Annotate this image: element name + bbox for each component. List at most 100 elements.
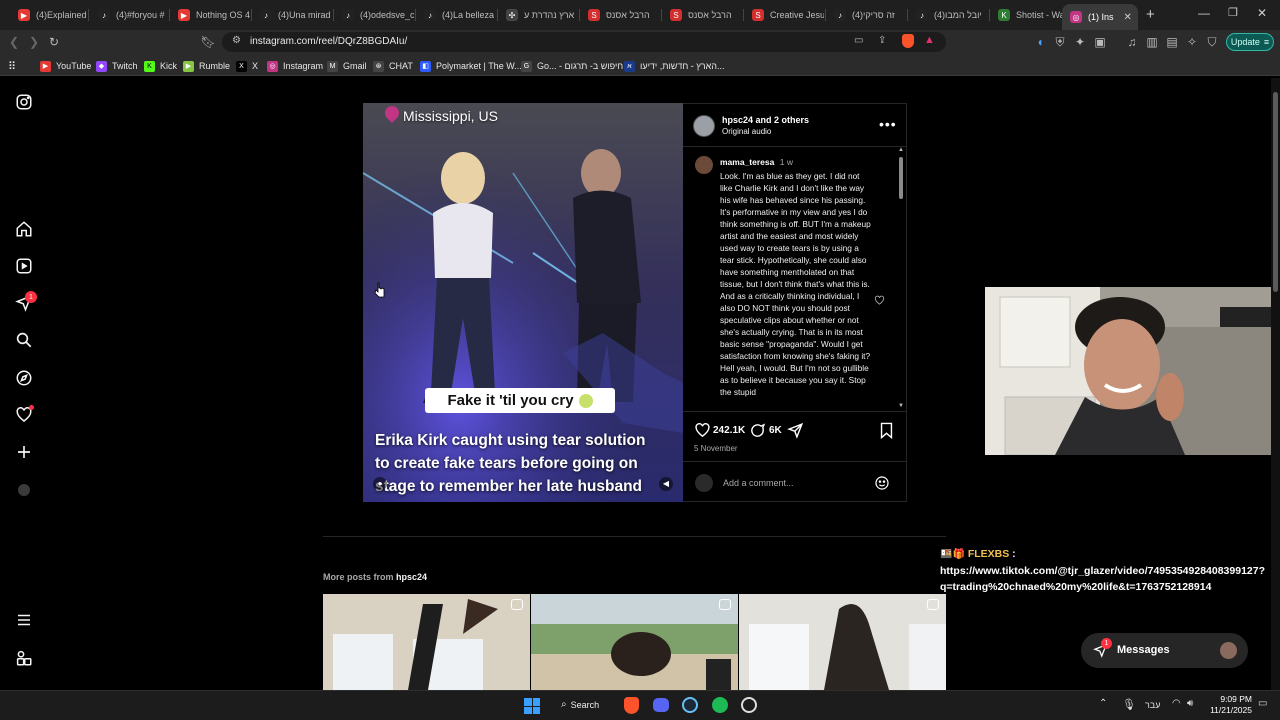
browser-tab[interactable]: S הרבל אסנס <box>580 4 660 26</box>
bookmark-chat[interactable]: ⊛ CHAT <box>373 59 413 73</box>
more-posts-user[interactable]: hpsc24 <box>396 572 427 582</box>
share-button[interactable] <box>787 422 804 444</box>
close-window-icon[interactable]: ✕ <box>1257 6 1267 20</box>
audio-label[interactable]: Original audio <box>722 127 771 136</box>
tagged-people-icon[interactable]: ● <box>373 477 387 491</box>
reload-icon[interactable]: ↻ <box>46 34 62 50</box>
crypto-wallet-icon[interactable]: ▤ <box>1164 34 1180 50</box>
bookmark-page-icon[interactable]: 🔖︎ <box>200 34 216 50</box>
address-bar[interactable]: ⚙ instagram.com/reel/DQrZ8BGDAIu/ ▭ ⇪ ▲ <box>222 32 946 52</box>
browser-tab[interactable]: ♪ (4)Una mirad <box>252 4 332 26</box>
save-button[interactable] <box>879 422 894 444</box>
leo-ai-icon[interactable]: ✧ <box>1184 34 1200 50</box>
browser-tab[interactable]: K Shotist - Wat <box>990 4 1062 26</box>
browser-tab[interactable]: S הרבל אסנס <box>662 4 742 26</box>
bookmark-rumble[interactable]: ▶ Rumble <box>183 59 230 73</box>
new-tab-button[interactable]: + <box>1146 6 1155 23</box>
sidebar-icon[interactable]: ▥ <box>1144 34 1160 50</box>
vpn-shield-icon[interactable]: ⛉ <box>1204 34 1220 50</box>
create-plus-icon[interactable] <box>13 441 35 463</box>
post-thumbnail[interactable] <box>739 594 946 690</box>
post-thumbnail[interactable] <box>323 594 530 690</box>
volume-icon[interactable]: 🔊︎ <box>1187 698 1193 709</box>
media-icon[interactable]: ♫ <box>1124 34 1140 50</box>
page-scrollbar[interactable] <box>1271 78 1280 690</box>
forward-icon[interactable]: ❯ <box>26 34 42 50</box>
bookmark-kick[interactable]: K Kick <box>144 59 177 73</box>
browser-tab[interactable]: S Creative Jesu <box>744 4 824 26</box>
browser-tab-active[interactable]: ◎ (1) Ins ✕ <box>1062 4 1138 30</box>
bookmark-google-translate[interactable]: G Go... - חיפוש ב- תרגום <box>521 59 623 73</box>
scroll-up-icon[interactable]: ▲ <box>898 147 904 153</box>
home-icon[interactable] <box>13 218 35 240</box>
instagram-logo-icon[interactable] <box>13 91 35 113</box>
scroll-thumb[interactable] <box>899 157 903 199</box>
browser-tab[interactable]: ▶ (4)Explained <box>10 4 88 26</box>
author-username[interactable]: hpsc24 <box>722 115 753 125</box>
browser-tab[interactable]: ♪ (4)זה סריקי <box>826 4 906 26</box>
apps-grid-icon[interactable]: ⠿ <box>8 59 16 73</box>
comments-scrollbar[interactable]: ▲ ▼ <box>897 147 905 411</box>
steam-icon[interactable] <box>682 697 698 713</box>
tray-overflow-icon[interactable]: ⌃ <box>1099 698 1107 709</box>
like-button[interactable] <box>694 422 711 444</box>
brave-browser-icon[interactable] <box>624 697 639 714</box>
browser-tab[interactable]: ♪ (4)La belleza <box>416 4 496 26</box>
bookmark-youtube[interactable]: ▶ YouTube <box>40 59 91 73</box>
reels-icon[interactable] <box>13 255 35 277</box>
translate-icon[interactable]: ◖ <box>1032 34 1048 50</box>
profile-avatar[interactable] <box>13 479 35 501</box>
commenter-avatar[interactable] <box>695 156 713 174</box>
bookmark-haaretz[interactable]: א הארץ - חדשות, ידיעו... <box>624 59 725 73</box>
minimize-icon[interactable]: — <box>1198 6 1210 20</box>
language-indicator[interactable]: עבר <box>1145 700 1160 710</box>
more-menu-icon[interactable] <box>13 609 35 631</box>
explore-icon[interactable] <box>13 367 35 389</box>
mute-icon[interactable]: ◀ <box>659 477 673 491</box>
obs-icon[interactable] <box>741 697 757 713</box>
update-button[interactable]: Update ≡ <box>1226 33 1274 51</box>
bookmark-x[interactable]: XX <box>236 59 258 73</box>
scroll-down-icon[interactable]: ▼ <box>898 403 904 409</box>
site-info-icon[interactable]: ⚙ <box>232 35 241 46</box>
search-icon[interactable] <box>13 329 35 351</box>
post-date[interactable]: 5 November <box>694 444 738 453</box>
comment-like-icon[interactable] <box>874 293 885 311</box>
also-from-meta-icon[interactable] <box>13 647 35 669</box>
messages-pill-button[interactable]: 1 Messages <box>1081 633 1248 668</box>
spotify-icon[interactable] <box>712 697 728 713</box>
maximize-icon[interactable]: ❐ <box>1228 6 1238 19</box>
comment-button[interactable] <box>749 422 766 444</box>
bookmark-twitch[interactable]: ◆ Twitch <box>96 59 138 73</box>
discord-icon[interactable] <box>653 698 669 712</box>
close-tab-icon[interactable]: ✕ <box>1124 12 1132 23</box>
bookmark-polymarket[interactable]: ◧ Polymarket | The W... <box>420 59 522 73</box>
brave-rewards-icon[interactable]: ▲ <box>924 34 935 46</box>
back-icon[interactable]: ❮ <box>6 34 22 50</box>
bookmark-instagram[interactable]: ◎ Instagram <box>267 59 323 73</box>
add-comment-input[interactable]: Add a comment... <box>723 478 794 488</box>
share-icon[interactable]: ⇪ <box>878 35 886 46</box>
emoji-picker-icon[interactable] <box>874 475 890 496</box>
comment-username[interactable]: mama_teresa <box>720 157 774 167</box>
notification-center-icon[interactable]: ▭ <box>1258 698 1267 709</box>
browser-tab[interactable]: ✣ ארץ נהדרת ע <box>498 4 578 26</box>
browser-tab[interactable]: ♪ (4)#foryou # <box>90 4 168 26</box>
cast-icon[interactable]: ▭ <box>854 35 863 46</box>
browser-tab[interactable]: ▶ Nothing OS 4 <box>170 4 250 26</box>
browser-tab[interactable]: ♪ (4)odedsve_c <box>334 4 414 26</box>
browser-tab[interactable]: ♪ (4)יובל המבו <box>908 4 988 26</box>
microphone-icon[interactable]: 🎙︎ <box>1122 698 1136 711</box>
windows-start-icon[interactable] <box>524 698 540 714</box>
extensions-icon[interactable]: ✦ <box>1072 34 1088 50</box>
more-options-icon[interactable]: ••• <box>879 116 897 132</box>
comment-count[interactable]: 6K <box>769 425 782 436</box>
url-text[interactable]: instagram.com/reel/DQrZ8BGDAIu/ <box>250 36 407 47</box>
vpn-icon[interactable]: ⛨ <box>1052 34 1068 50</box>
wifi-icon[interactable]: ◠ <box>1172 698 1181 709</box>
post-thumbnail[interactable] <box>531 594 738 690</box>
reel-video[interactable]: Mississippi, US Fake it 'til you cry Eri… <box>363 103 683 502</box>
bookmark-gmail[interactable]: M Gmail <box>327 59 367 73</box>
like-count[interactable]: 242.1K <box>713 425 745 436</box>
brave-shield-icon[interactable] <box>902 34 914 48</box>
